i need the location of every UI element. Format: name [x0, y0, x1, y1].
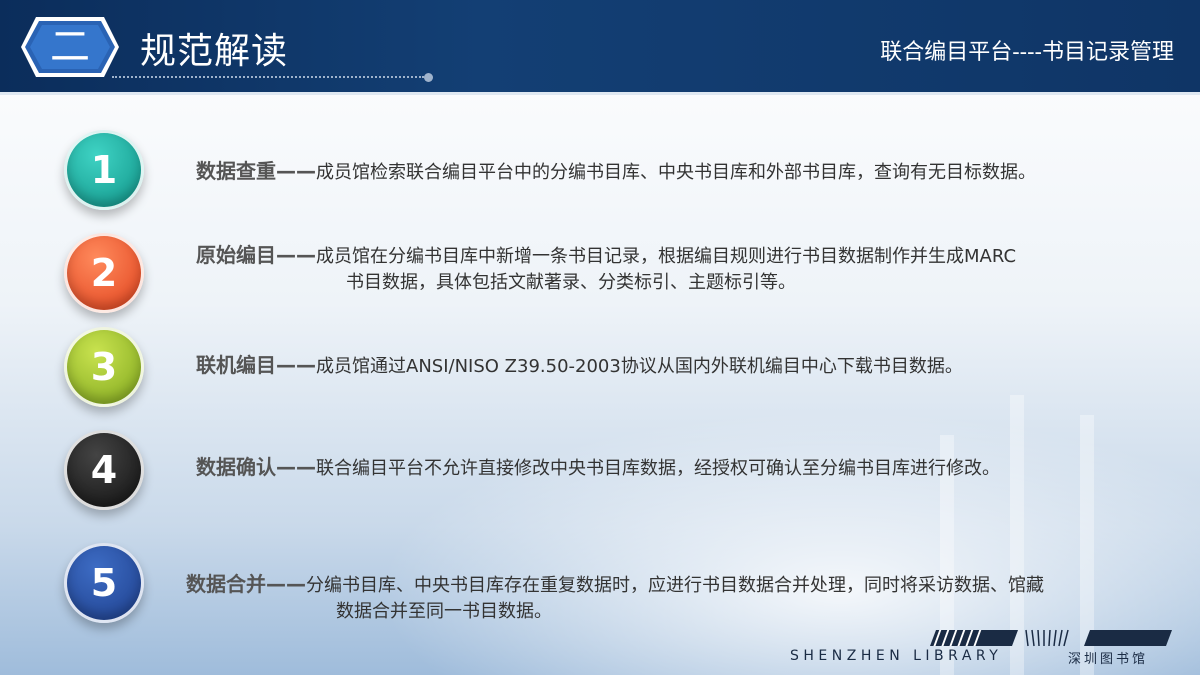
- platform-title: 联合编目平台----书目记录管理: [880, 40, 1174, 65]
- library-logo: SHENZHEN LIBRARY 深圳图书馆: [790, 628, 1190, 668]
- list-item-1: 数据查重——成员馆检索联合编目平台中的分编书目库、中央书目库和外部书目库，查询有…: [196, 158, 1156, 186]
- number-label: 2: [90, 251, 118, 295]
- header-bar: 二 规范解读 联合编目平台----书目记录管理: [0, 0, 1200, 95]
- slide: 二 规范解读 联合编目平台----书目记录管理 1 数据查重——成员馆检索联合编…: [0, 0, 1200, 675]
- item-content: 联合编目平台不允许直接修改中央书目库数据，经授权可确认至分编书目库进行修改。: [316, 458, 1000, 479]
- list-item-5: 数据合并——分编书目库、中央书目库存在重复数据时，应进行书目数据合并处理，同时将…: [186, 571, 1166, 625]
- item-heading: 数据确认——: [196, 455, 316, 479]
- item-content: 成员馆在分编书目库中新增一条书目记录，根据编目规则进行书目数据制作并生成MARC: [316, 246, 1017, 267]
- number-circle-5: 5: [64, 543, 144, 623]
- dotted-divider: [112, 76, 424, 80]
- number-circle-2: 2: [64, 233, 144, 313]
- item-heading: 原始编目——: [196, 243, 316, 267]
- number-circle-1: 1: [64, 130, 144, 210]
- logo-english-text: SHENZHEN LIBRARY: [790, 648, 1003, 664]
- number-label: 3: [90, 345, 118, 389]
- item-content-continued: 数据合并至同一书目数据。: [336, 601, 552, 622]
- section-number-badge: 二: [18, 14, 122, 80]
- item-content: 分编书目库、中央书目库存在重复数据时，应进行书目数据合并处理，同时将采访数据、馆…: [306, 575, 1044, 596]
- list-item-2: 原始编目——成员馆在分编书目库中新增一条书目记录，根据编目规则进行书目数据制作并…: [196, 242, 1156, 296]
- divider-end-dot: [424, 73, 433, 82]
- item-content: 成员馆通过ANSI/NISO Z39.50-2003协议从国内外联机编目中心下载…: [316, 356, 963, 377]
- item-content-continued: 书目数据，具体包括文献著录、分类标引、主题标引等。: [346, 272, 796, 293]
- number-circle-4: 4: [64, 430, 144, 510]
- item-heading: 联机编目——: [196, 353, 316, 377]
- item-heading: 数据合并——: [186, 572, 306, 596]
- item-content: 成员馆检索联合编目平台中的分编书目库、中央书目库和外部书目库，查询有无目标数据。: [316, 162, 1036, 183]
- item-heading: 数据查重——: [196, 159, 316, 183]
- number-circle-3: 3: [64, 327, 144, 407]
- number-label: 4: [90, 448, 118, 492]
- section-number: 二: [50, 24, 90, 70]
- number-label: 5: [90, 561, 118, 605]
- logo-chinese-text: 深圳图书馆: [1068, 652, 1149, 667]
- list-item-4: 数据确认——联合编目平台不允许直接修改中央书目库数据，经授权可确认至分编书目库进…: [196, 454, 1156, 482]
- list-item-3: 联机编目——成员馆通过ANSI/NISO Z39.50-2003协议从国内外联机…: [196, 352, 1156, 380]
- number-label: 1: [90, 148, 118, 192]
- section-title: 规范解读: [140, 31, 289, 72]
- logo-stripes-icon: [930, 629, 1172, 647]
